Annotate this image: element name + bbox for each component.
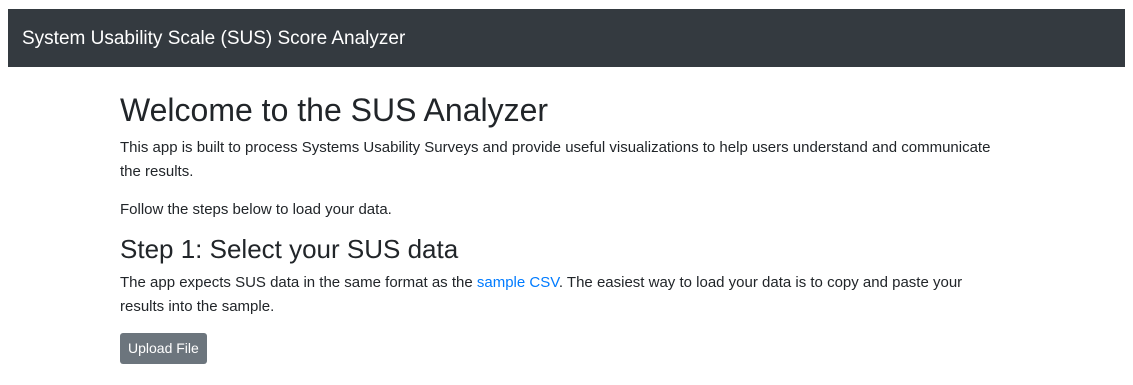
app-title: System Usability Scale (SUS) Score Analy… bbox=[22, 27, 406, 49]
intro-paragraph: This app is built to process Systems Usa… bbox=[120, 139, 991, 181]
upload-file-button[interactable]: Upload File bbox=[120, 332, 207, 364]
top-navbar: System Usability Scale (SUS) Score Analy… bbox=[8, 9, 1125, 67]
step1-description: The app expects SUS data in the same for… bbox=[120, 271, 1010, 319]
step1-text-before-link: The app expects SUS data in the same for… bbox=[120, 273, 477, 291]
main-content: Welcome to the SUS Analyzer This app is … bbox=[120, 91, 1010, 364]
instructions-paragraph: Follow the steps below to load your data… bbox=[120, 201, 392, 219]
sample-csv-link[interactable]: sample CSV bbox=[477, 274, 559, 291]
step1-heading: Step 1: Select your SUS data bbox=[120, 234, 459, 265]
page-title: Welcome to the SUS Analyzer bbox=[120, 92, 549, 128]
